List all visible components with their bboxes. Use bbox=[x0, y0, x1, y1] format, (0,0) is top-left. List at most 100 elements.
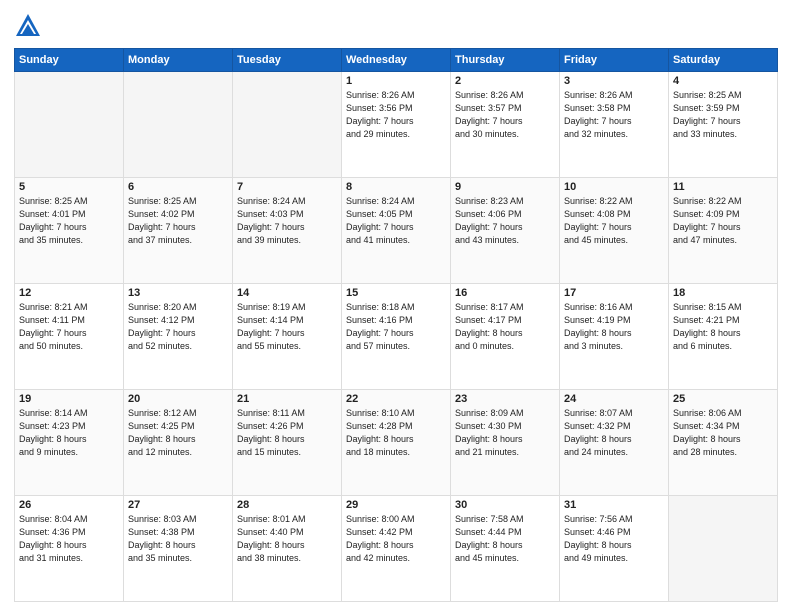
day-number: 25 bbox=[673, 393, 773, 405]
day-info: Sunrise: 8:16 AM Sunset: 4:19 PM Dayligh… bbox=[564, 301, 664, 353]
day-info: Sunrise: 8:11 AM Sunset: 4:26 PM Dayligh… bbox=[237, 407, 337, 459]
calendar-cell: 3 Sunrise: 8:26 AM Sunset: 3:58 PM Daylig… bbox=[560, 72, 669, 178]
day-info: Sunrise: 8:01 AM Sunset: 4:40 PM Dayligh… bbox=[237, 513, 337, 565]
weekday-header-row: SundayMondayTuesdayWednesdayThursdayFrid… bbox=[15, 49, 778, 72]
logo bbox=[14, 12, 46, 40]
calendar-cell: 17 Sunrise: 8:16 AM Sunset: 4:19 PM Dayli… bbox=[560, 284, 669, 390]
day-info: Sunrise: 7:58 AM Sunset: 4:44 PM Dayligh… bbox=[455, 513, 555, 565]
weekday-header-monday: Monday bbox=[124, 49, 233, 72]
calendar-cell: 7 Sunrise: 8:24 AM Sunset: 4:03 PM Daylig… bbox=[233, 178, 342, 284]
logo-icon bbox=[14, 12, 42, 40]
calendar-cell bbox=[669, 496, 778, 602]
day-number: 9 bbox=[455, 181, 555, 193]
weekday-header-tuesday: Tuesday bbox=[233, 49, 342, 72]
calendar-cell: 13 Sunrise: 8:20 AM Sunset: 4:12 PM Dayli… bbox=[124, 284, 233, 390]
day-number: 4 bbox=[673, 75, 773, 87]
day-info: Sunrise: 8:17 AM Sunset: 4:17 PM Dayligh… bbox=[455, 301, 555, 353]
day-number: 29 bbox=[346, 499, 446, 511]
weekday-header-saturday: Saturday bbox=[669, 49, 778, 72]
day-info: Sunrise: 8:00 AM Sunset: 4:42 PM Dayligh… bbox=[346, 513, 446, 565]
day-info: Sunrise: 8:21 AM Sunset: 4:11 PM Dayligh… bbox=[19, 301, 119, 353]
day-info: Sunrise: 8:18 AM Sunset: 4:16 PM Dayligh… bbox=[346, 301, 446, 353]
day-number: 7 bbox=[237, 181, 337, 193]
day-info: Sunrise: 8:22 AM Sunset: 4:08 PM Dayligh… bbox=[564, 195, 664, 247]
day-info: Sunrise: 8:20 AM Sunset: 4:12 PM Dayligh… bbox=[128, 301, 228, 353]
weekday-header-sunday: Sunday bbox=[15, 49, 124, 72]
day-number: 20 bbox=[128, 393, 228, 405]
day-number: 27 bbox=[128, 499, 228, 511]
calendar-cell: 10 Sunrise: 8:22 AM Sunset: 4:08 PM Dayli… bbox=[560, 178, 669, 284]
day-info: Sunrise: 8:03 AM Sunset: 4:38 PM Dayligh… bbox=[128, 513, 228, 565]
calendar-cell bbox=[233, 72, 342, 178]
calendar-cell: 27 Sunrise: 8:03 AM Sunset: 4:38 PM Dayli… bbox=[124, 496, 233, 602]
day-info: Sunrise: 8:26 AM Sunset: 3:56 PM Dayligh… bbox=[346, 89, 446, 141]
day-info: Sunrise: 8:25 AM Sunset: 4:02 PM Dayligh… bbox=[128, 195, 228, 247]
calendar-cell: 16 Sunrise: 8:17 AM Sunset: 4:17 PM Dayli… bbox=[451, 284, 560, 390]
day-info: Sunrise: 8:24 AM Sunset: 4:03 PM Dayligh… bbox=[237, 195, 337, 247]
day-info: Sunrise: 8:26 AM Sunset: 3:58 PM Dayligh… bbox=[564, 89, 664, 141]
day-info: Sunrise: 8:14 AM Sunset: 4:23 PM Dayligh… bbox=[19, 407, 119, 459]
day-number: 18 bbox=[673, 287, 773, 299]
day-info: Sunrise: 8:22 AM Sunset: 4:09 PM Dayligh… bbox=[673, 195, 773, 247]
day-number: 2 bbox=[455, 75, 555, 87]
day-info: Sunrise: 8:25 AM Sunset: 4:01 PM Dayligh… bbox=[19, 195, 119, 247]
day-info: Sunrise: 8:15 AM Sunset: 4:21 PM Dayligh… bbox=[673, 301, 773, 353]
calendar-week-2: 5 Sunrise: 8:25 AM Sunset: 4:01 PM Daylig… bbox=[15, 178, 778, 284]
day-number: 30 bbox=[455, 499, 555, 511]
calendar-table: SundayMondayTuesdayWednesdayThursdayFrid… bbox=[14, 48, 778, 602]
day-number: 14 bbox=[237, 287, 337, 299]
calendar-cell: 29 Sunrise: 8:00 AM Sunset: 4:42 PM Dayli… bbox=[342, 496, 451, 602]
day-number: 31 bbox=[564, 499, 664, 511]
day-info: Sunrise: 8:06 AM Sunset: 4:34 PM Dayligh… bbox=[673, 407, 773, 459]
calendar-cell: 20 Sunrise: 8:12 AM Sunset: 4:25 PM Dayli… bbox=[124, 390, 233, 496]
day-number: 17 bbox=[564, 287, 664, 299]
calendar-cell: 26 Sunrise: 8:04 AM Sunset: 4:36 PM Dayli… bbox=[15, 496, 124, 602]
day-info: Sunrise: 8:10 AM Sunset: 4:28 PM Dayligh… bbox=[346, 407, 446, 459]
day-info: Sunrise: 8:09 AM Sunset: 4:30 PM Dayligh… bbox=[455, 407, 555, 459]
day-info: Sunrise: 8:26 AM Sunset: 3:57 PM Dayligh… bbox=[455, 89, 555, 141]
day-number: 12 bbox=[19, 287, 119, 299]
calendar-cell: 12 Sunrise: 8:21 AM Sunset: 4:11 PM Dayli… bbox=[15, 284, 124, 390]
day-number: 6 bbox=[128, 181, 228, 193]
day-number: 16 bbox=[455, 287, 555, 299]
day-info: Sunrise: 8:04 AM Sunset: 4:36 PM Dayligh… bbox=[19, 513, 119, 565]
day-number: 26 bbox=[19, 499, 119, 511]
weekday-header-wednesday: Wednesday bbox=[342, 49, 451, 72]
day-number: 3 bbox=[564, 75, 664, 87]
day-number: 21 bbox=[237, 393, 337, 405]
calendar-cell: 31Sunrise: 7:56 AM Sunset: 4:46 PM Dayli… bbox=[560, 496, 669, 602]
day-number: 10 bbox=[564, 181, 664, 193]
calendar-week-4: 19 Sunrise: 8:14 AM Sunset: 4:23 PM Dayli… bbox=[15, 390, 778, 496]
calendar-week-5: 26 Sunrise: 8:04 AM Sunset: 4:36 PM Dayli… bbox=[15, 496, 778, 602]
calendar-cell: 9Sunrise: 8:23 AM Sunset: 4:06 PM Daylig… bbox=[451, 178, 560, 284]
day-number: 5 bbox=[19, 181, 119, 193]
day-number: 24 bbox=[564, 393, 664, 405]
calendar-cell: 30 Sunrise: 7:58 AM Sunset: 4:44 PM Dayli… bbox=[451, 496, 560, 602]
calendar-cell: 25 Sunrise: 8:06 AM Sunset: 4:34 PM Dayli… bbox=[669, 390, 778, 496]
day-info: Sunrise: 8:12 AM Sunset: 4:25 PM Dayligh… bbox=[128, 407, 228, 459]
calendar-cell bbox=[124, 72, 233, 178]
calendar-cell: 22Sunrise: 8:10 AM Sunset: 4:28 PM Dayli… bbox=[342, 390, 451, 496]
day-number: 23 bbox=[455, 393, 555, 405]
calendar-cell: 11 Sunrise: 8:22 AM Sunset: 4:09 PM Dayli… bbox=[669, 178, 778, 284]
day-info: Sunrise: 8:07 AM Sunset: 4:32 PM Dayligh… bbox=[564, 407, 664, 459]
day-number: 13 bbox=[128, 287, 228, 299]
day-number: 28 bbox=[237, 499, 337, 511]
day-number: 11 bbox=[673, 181, 773, 193]
calendar-cell: 23 Sunrise: 8:09 AM Sunset: 4:30 PM Dayli… bbox=[451, 390, 560, 496]
day-number: 15 bbox=[346, 287, 446, 299]
calendar-cell: 28 Sunrise: 8:01 AM Sunset: 4:40 PM Dayli… bbox=[233, 496, 342, 602]
weekday-header-friday: Friday bbox=[560, 49, 669, 72]
calendar-cell bbox=[15, 72, 124, 178]
calendar-cell: 6 Sunrise: 8:25 AM Sunset: 4:02 PM Daylig… bbox=[124, 178, 233, 284]
calendar-cell: 5 Sunrise: 8:25 AM Sunset: 4:01 PM Daylig… bbox=[15, 178, 124, 284]
calendar-week-3: 12 Sunrise: 8:21 AM Sunset: 4:11 PM Dayli… bbox=[15, 284, 778, 390]
day-info: Sunrise: 8:19 AM Sunset: 4:14 PM Dayligh… bbox=[237, 301, 337, 353]
day-number: 19 bbox=[19, 393, 119, 405]
page: SundayMondayTuesdayWednesdayThursdayFrid… bbox=[0, 0, 792, 612]
calendar-week-1: 1Sunrise: 8:26 AM Sunset: 3:56 PM Daylig… bbox=[15, 72, 778, 178]
day-number: 8 bbox=[346, 181, 446, 193]
calendar-cell: 24 Sunrise: 8:07 AM Sunset: 4:32 PM Dayli… bbox=[560, 390, 669, 496]
calendar-cell: 19 Sunrise: 8:14 AM Sunset: 4:23 PM Dayli… bbox=[15, 390, 124, 496]
calendar-cell: 4Sunrise: 8:25 AM Sunset: 3:59 PM Daylig… bbox=[669, 72, 778, 178]
